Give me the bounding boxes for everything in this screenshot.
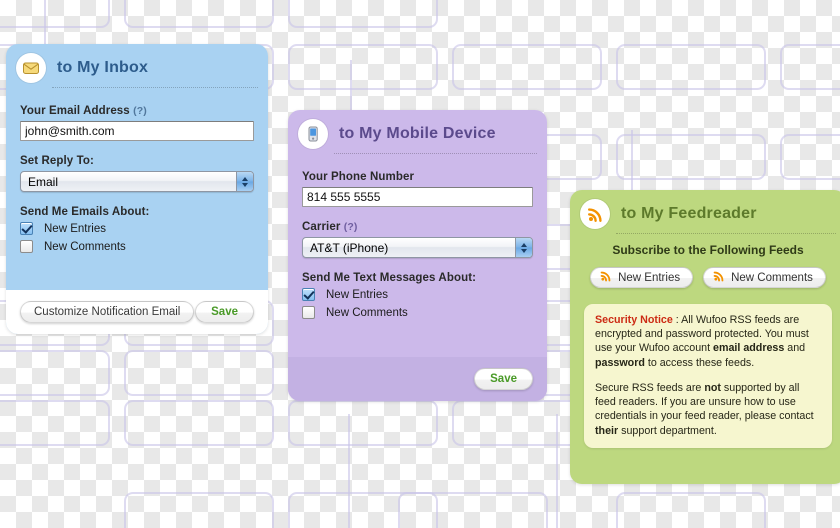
carrier-select[interactable]: AT&T (iPhone) xyxy=(302,237,533,258)
subscribe-heading: Subscribe to the Following Feeds xyxy=(612,243,804,257)
feedreader-header-rule xyxy=(616,233,836,234)
phone-input[interactable] xyxy=(302,187,533,207)
reply-to-select[interactable]: Email xyxy=(20,171,254,192)
panel-notify-feedreader: to My Feedreader Subscribe to the Follow… xyxy=(570,190,840,484)
security-notice-p1d: password xyxy=(595,356,645,369)
feed-button-new-entries[interactable]: New Entries xyxy=(590,267,694,288)
customize-notification-email-button[interactable]: Customize Notification Email xyxy=(20,301,195,323)
security-notice-p2d: their xyxy=(595,424,619,437)
reply-to-selected-value: Email xyxy=(28,174,59,189)
security-notice-p2b: not xyxy=(704,381,721,394)
mobile-save-button[interactable]: Save xyxy=(474,368,533,390)
security-notice-paragraph-1: Security Notice : All Wufoo RSS feeds ar… xyxy=(595,313,821,370)
feedreader-panel-title: to My Feedreader xyxy=(621,205,757,222)
inbox-checkbox-new-entries[interactable]: New Entries xyxy=(20,222,254,235)
inbox-panel-body: Your Email Address (?) Set Reply To: Ema… xyxy=(6,83,268,253)
mobile-phone-icon xyxy=(298,119,328,149)
feedreader-panel-header: to My Feedreader xyxy=(570,190,840,234)
email-input[interactable] xyxy=(20,121,254,141)
checkbox-checked-icon[interactable] xyxy=(20,222,33,235)
mobile-checkbox-new-comments[interactable]: New Comments xyxy=(302,306,533,319)
security-notice-p1c: and xyxy=(784,342,806,355)
feed-button-new-comments-label: New Comments xyxy=(731,271,813,284)
feed-button-new-entries-label: New Entries xyxy=(618,271,681,284)
carrier-selected-value: AT&T (iPhone) xyxy=(310,240,389,255)
mobile-panel-title: to My Mobile Device xyxy=(339,125,496,142)
inbox-panel-footer: Customize Notification Email Save xyxy=(6,290,268,334)
checkbox-unchecked-icon[interactable] xyxy=(302,306,315,319)
security-notice-p1b: email address xyxy=(713,342,785,355)
email-help-icon[interactable]: (?) xyxy=(133,105,147,117)
carrier-label-text: Carrier xyxy=(302,221,341,233)
carrier-stepper-icon[interactable] xyxy=(515,238,532,257)
carrier-label: Carrier (?) xyxy=(302,221,533,233)
inbox-notify-label: Send Me Emails About: xyxy=(20,206,150,218)
email-field-label-text: Your Email Address xyxy=(20,105,130,117)
rss-icon xyxy=(600,270,612,285)
feedreader-panel-body: Subscribe to the Following Feeds New Ent… xyxy=(570,229,840,448)
security-notice: Security Notice : All Wufoo RSS feeds ar… xyxy=(584,304,832,448)
rss-icon xyxy=(580,199,610,229)
security-notice-p2a: Secure RSS feeds are xyxy=(595,381,705,394)
inbox-save-button[interactable]: Save xyxy=(195,301,254,323)
screenshot-canvas: to My Inbox Your Email Address (?) Set R… xyxy=(0,0,840,528)
mobile-header-rule xyxy=(334,153,537,154)
phone-field-label: Your Phone Number xyxy=(302,171,415,183)
mobile-panel-header: to My Mobile Device xyxy=(288,110,547,154)
mobile-checkbox-new-entries[interactable]: New Entries xyxy=(302,288,533,301)
inbox-header-rule xyxy=(52,87,258,88)
envelope-icon xyxy=(16,53,46,83)
inbox-checkbox-new-comments-label: New Comments xyxy=(44,240,126,253)
email-field-label: Your Email Address (?) xyxy=(20,105,254,117)
reply-to-stepper-icon[interactable] xyxy=(236,172,253,191)
mobile-notify-label: Send Me Text Messages About: xyxy=(302,272,477,284)
checkbox-checked-icon[interactable] xyxy=(302,288,315,301)
feed-button-new-comments[interactable]: New Comments xyxy=(703,267,826,288)
inbox-panel-header: to My Inbox xyxy=(6,44,268,88)
carrier-help-icon[interactable]: (?) xyxy=(344,221,358,233)
panel-notify-mobile: to My Mobile Device Your Phone Number Ca… xyxy=(288,110,547,401)
mobile-checkbox-new-comments-label: New Comments xyxy=(326,306,408,319)
security-notice-p1e: to access these feeds. xyxy=(644,356,755,369)
security-notice-label: Security Notice xyxy=(595,314,673,326)
panel-notify-inbox: to My Inbox Your Email Address (?) Set R… xyxy=(6,44,268,334)
security-notice-paragraph-2: Secure RSS feeds are not supported by al… xyxy=(595,381,821,438)
feed-button-row: New Entries New Comments xyxy=(584,267,832,288)
checkbox-unchecked-icon[interactable] xyxy=(20,240,33,253)
mobile-checkbox-new-entries-label: New Entries xyxy=(326,288,388,301)
inbox-checkbox-new-comments[interactable]: New Comments xyxy=(20,240,254,253)
inbox-panel-title: to My Inbox xyxy=(57,59,149,76)
security-notice-p2e: support department. xyxy=(618,424,717,437)
mobile-panel-body: Your Phone Number Carrier (?) AT&T (iPho… xyxy=(288,149,547,319)
inbox-checkbox-new-entries-label: New Entries xyxy=(44,222,106,235)
mobile-panel-footer: Save xyxy=(288,357,547,401)
rss-icon xyxy=(713,270,725,285)
reply-to-label: Set Reply To: xyxy=(20,155,94,167)
